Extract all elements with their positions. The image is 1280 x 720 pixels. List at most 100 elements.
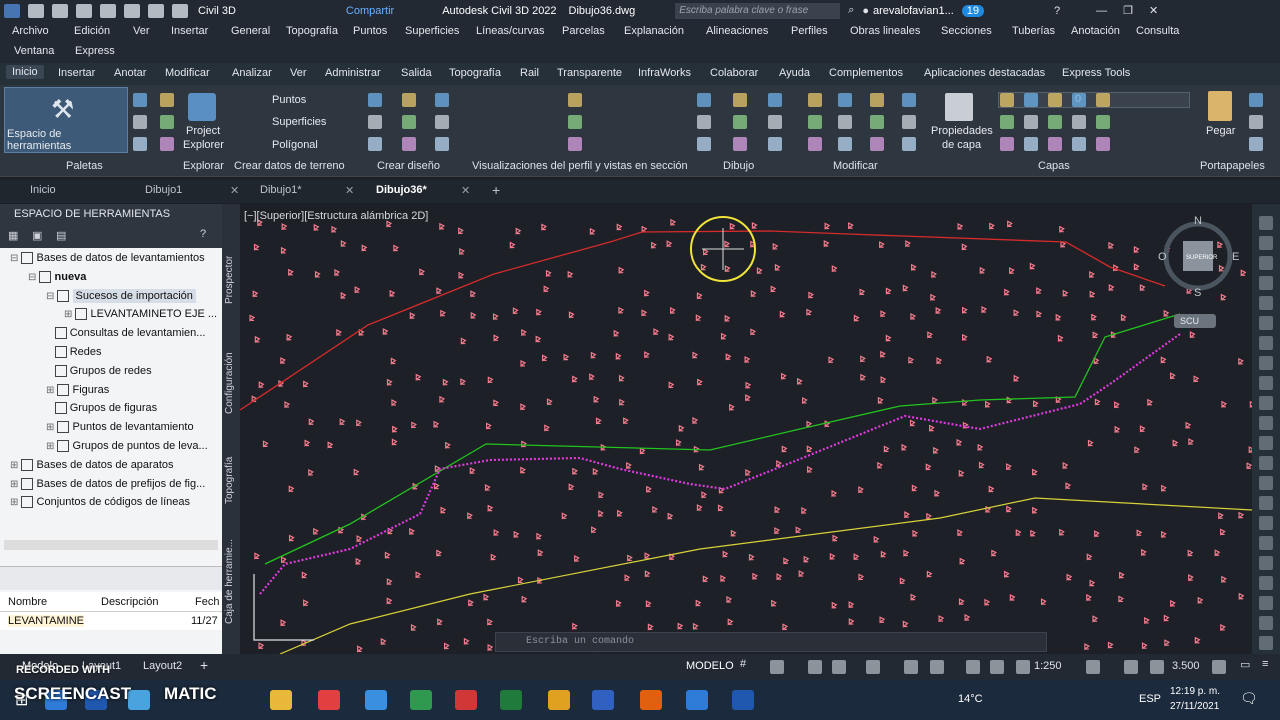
menu-item[interactable]: General — [231, 25, 270, 37]
ribbon-tab[interactable]: Topografía — [449, 67, 501, 79]
search-input[interactable]: Escriba palabra clave o frase — [675, 2, 841, 19]
status-tool-icon[interactable] — [832, 660, 846, 674]
app-icon[interactable] — [4, 3, 20, 18]
expand-toggle-icon[interactable]: ⊞ — [10, 460, 18, 471]
maximize-icon[interactable]: ❐ — [1123, 4, 1133, 17]
side-tool-icon[interactable] — [1259, 616, 1273, 630]
doc-tab[interactable]: Dibujo1 — [145, 184, 182, 196]
ribbon-tool-icon[interactable] — [733, 93, 747, 107]
weather-widget[interactable]: 14°C — [958, 693, 983, 705]
expand-toggle-icon[interactable]: ⊞ — [46, 385, 54, 396]
expand-toggle-icon[interactable]: ⊞ — [10, 479, 18, 490]
menu-icon[interactable]: ≡ — [1262, 658, 1268, 670]
ribbon-tab[interactable]: Insertar — [58, 67, 95, 79]
ribbon-tool-icon[interactable] — [435, 93, 449, 107]
side-tool-icon[interactable] — [1259, 296, 1273, 310]
col-descripcion[interactable]: Descripción — [101, 596, 158, 608]
tree-item[interactable]: ⊟ nueva — [28, 271, 86, 283]
drawing-canvas[interactable]: N S E O SUPERIOR SCU [−][Superior][Estructura… — [240, 204, 1252, 654]
menu-item[interactable]: Ver — [133, 25, 150, 37]
ribbon-tab[interactable]: Anotar — [114, 67, 146, 79]
notification-badge[interactable]: 19 — [961, 4, 984, 17]
ribbon-tool-icon[interactable] — [368, 115, 382, 129]
expand-icon[interactable]: ▣ — [32, 229, 42, 242]
status-tool-icon[interactable] — [808, 660, 822, 674]
table-row[interactable]: LEVANTAMINE 11/27 — [0, 612, 222, 630]
col-fecha[interactable]: Fech — [195, 596, 219, 608]
ribbon-tool-icon[interactable] — [435, 137, 449, 151]
expand-toggle-icon[interactable]: ⊞ — [46, 422, 54, 433]
ribbon-tool-icon[interactable] — [160, 93, 174, 107]
add-layout-icon[interactable]: + — [200, 657, 208, 673]
expand-toggle-icon[interactable]: ⊞ — [46, 441, 54, 452]
puntos-button[interactable]: Puntos — [272, 94, 306, 106]
tree-item[interactable]: ⊞ Bases de datos de aparatos — [10, 459, 174, 471]
workspace-selector[interactable]: Civil 3D — [198, 5, 236, 17]
ribbon-tool-icon[interactable] — [697, 115, 711, 129]
ribbon-tab[interactable]: Ayuda — [779, 67, 810, 79]
clock-time[interactable]: 12:19 p. m. — [1170, 686, 1220, 697]
status-tool-icon[interactable] — [1150, 660, 1164, 674]
ribbon-tab[interactable]: Express Tools — [1062, 67, 1130, 79]
close-icon[interactable]: ✕ — [1149, 4, 1158, 17]
expand-toggle-icon[interactable] — [46, 403, 52, 414]
tree-item[interactable]: Grupos de figuras — [46, 402, 157, 415]
polygonal-button[interactable]: Polígonal — [272, 139, 318, 151]
close-tab-icon[interactable]: ✕ — [230, 184, 239, 197]
help-icon[interactable]: ? — [200, 228, 206, 240]
taskbar-app-icon[interactable] — [640, 690, 662, 710]
side-tool-icon[interactable] — [1259, 256, 1273, 270]
ribbon-tool-icon[interactable] — [768, 93, 782, 107]
ribbon-tool-icon[interactable] — [402, 115, 416, 129]
ribbon-tool-icon[interactable] — [733, 137, 747, 151]
ribbon-tool-icon[interactable] — [1096, 115, 1110, 129]
side-tool-icon[interactable] — [1259, 436, 1273, 450]
status-tool-icon[interactable] — [866, 660, 880, 674]
side-tool-icon[interactable] — [1259, 496, 1273, 510]
doc-tab[interactable]: Dibujo1* — [260, 184, 302, 196]
side-tool-icon[interactable] — [1259, 276, 1273, 290]
tree-item[interactable]: Consultas de levantamien... — [46, 327, 205, 340]
paste-icon[interactable] — [1208, 91, 1232, 121]
fullscreen-icon[interactable]: ▭ — [1240, 658, 1250, 671]
elevation-value[interactable]: 3.500 — [1172, 660, 1200, 672]
taskbar-app-icon[interactable] — [500, 690, 522, 710]
superficies-button[interactable]: Superficies — [272, 116, 326, 128]
ribbon-tab[interactable]: Analizar — [232, 67, 272, 79]
menu-item[interactable]: Tuberías — [1012, 25, 1055, 37]
tree-item[interactable]: ⊞ Figuras — [46, 384, 109, 396]
menu-item[interactable]: Parcelas — [562, 25, 605, 37]
ribbon-panel-title[interactable]: Dibujo — [723, 160, 754, 172]
ribbon-tool-icon[interactable] — [133, 93, 147, 107]
ribbon-tab[interactable]: InfraWorks — [638, 67, 691, 79]
ribbon-tool-icon[interactable] — [1249, 93, 1263, 107]
menu-item[interactable]: Explanación — [624, 25, 684, 37]
side-tool-icon[interactable] — [1259, 456, 1273, 470]
menu-item[interactable]: Superficies — [405, 25, 459, 37]
side-tool-icon[interactable] — [1259, 576, 1273, 590]
ribbon-tool-icon[interactable] — [768, 115, 782, 129]
tool-space-button[interactable]: ⚒ Espacio de herramientas — [4, 87, 128, 153]
tree-item[interactable]: ⊞ Conjuntos de códigos de líneas — [10, 496, 190, 509]
tab-topografia[interactable]: Topografía — [224, 457, 235, 504]
menu-item[interactable]: Express — [75, 45, 115, 57]
tree-item[interactable]: Redes — [46, 346, 101, 359]
close-tab-icon[interactable]: ✕ — [345, 184, 354, 197]
menu-item[interactable]: Ventana — [14, 45, 54, 57]
side-tool-icon[interactable] — [1259, 216, 1273, 230]
ribbon-tool-icon[interactable] — [568, 93, 582, 107]
menu-item[interactable]: Consulta — [1136, 25, 1179, 37]
ribbon-tool-icon[interactable] — [1048, 137, 1062, 151]
doc-tab[interactable]: Dibujo36* — [376, 184, 427, 196]
taskbar-app-icon[interactable] — [686, 690, 708, 710]
ribbon-tool-icon[interactable] — [568, 137, 582, 151]
taskbar-app-icon[interactable] — [455, 690, 477, 710]
help-icon[interactable]: ? — [1054, 5, 1060, 17]
ribbon-tool-icon[interactable] — [902, 137, 916, 151]
ribbon-tool-icon[interactable] — [1249, 115, 1263, 129]
side-tool-icon[interactable] — [1259, 516, 1273, 530]
status-tool-icon[interactable] — [930, 660, 944, 674]
minimize-icon[interactable]: — — [1096, 5, 1107, 17]
menu-item[interactable]: Perfiles — [791, 25, 828, 37]
tree-icon[interactable]: ▦ — [8, 229, 18, 242]
